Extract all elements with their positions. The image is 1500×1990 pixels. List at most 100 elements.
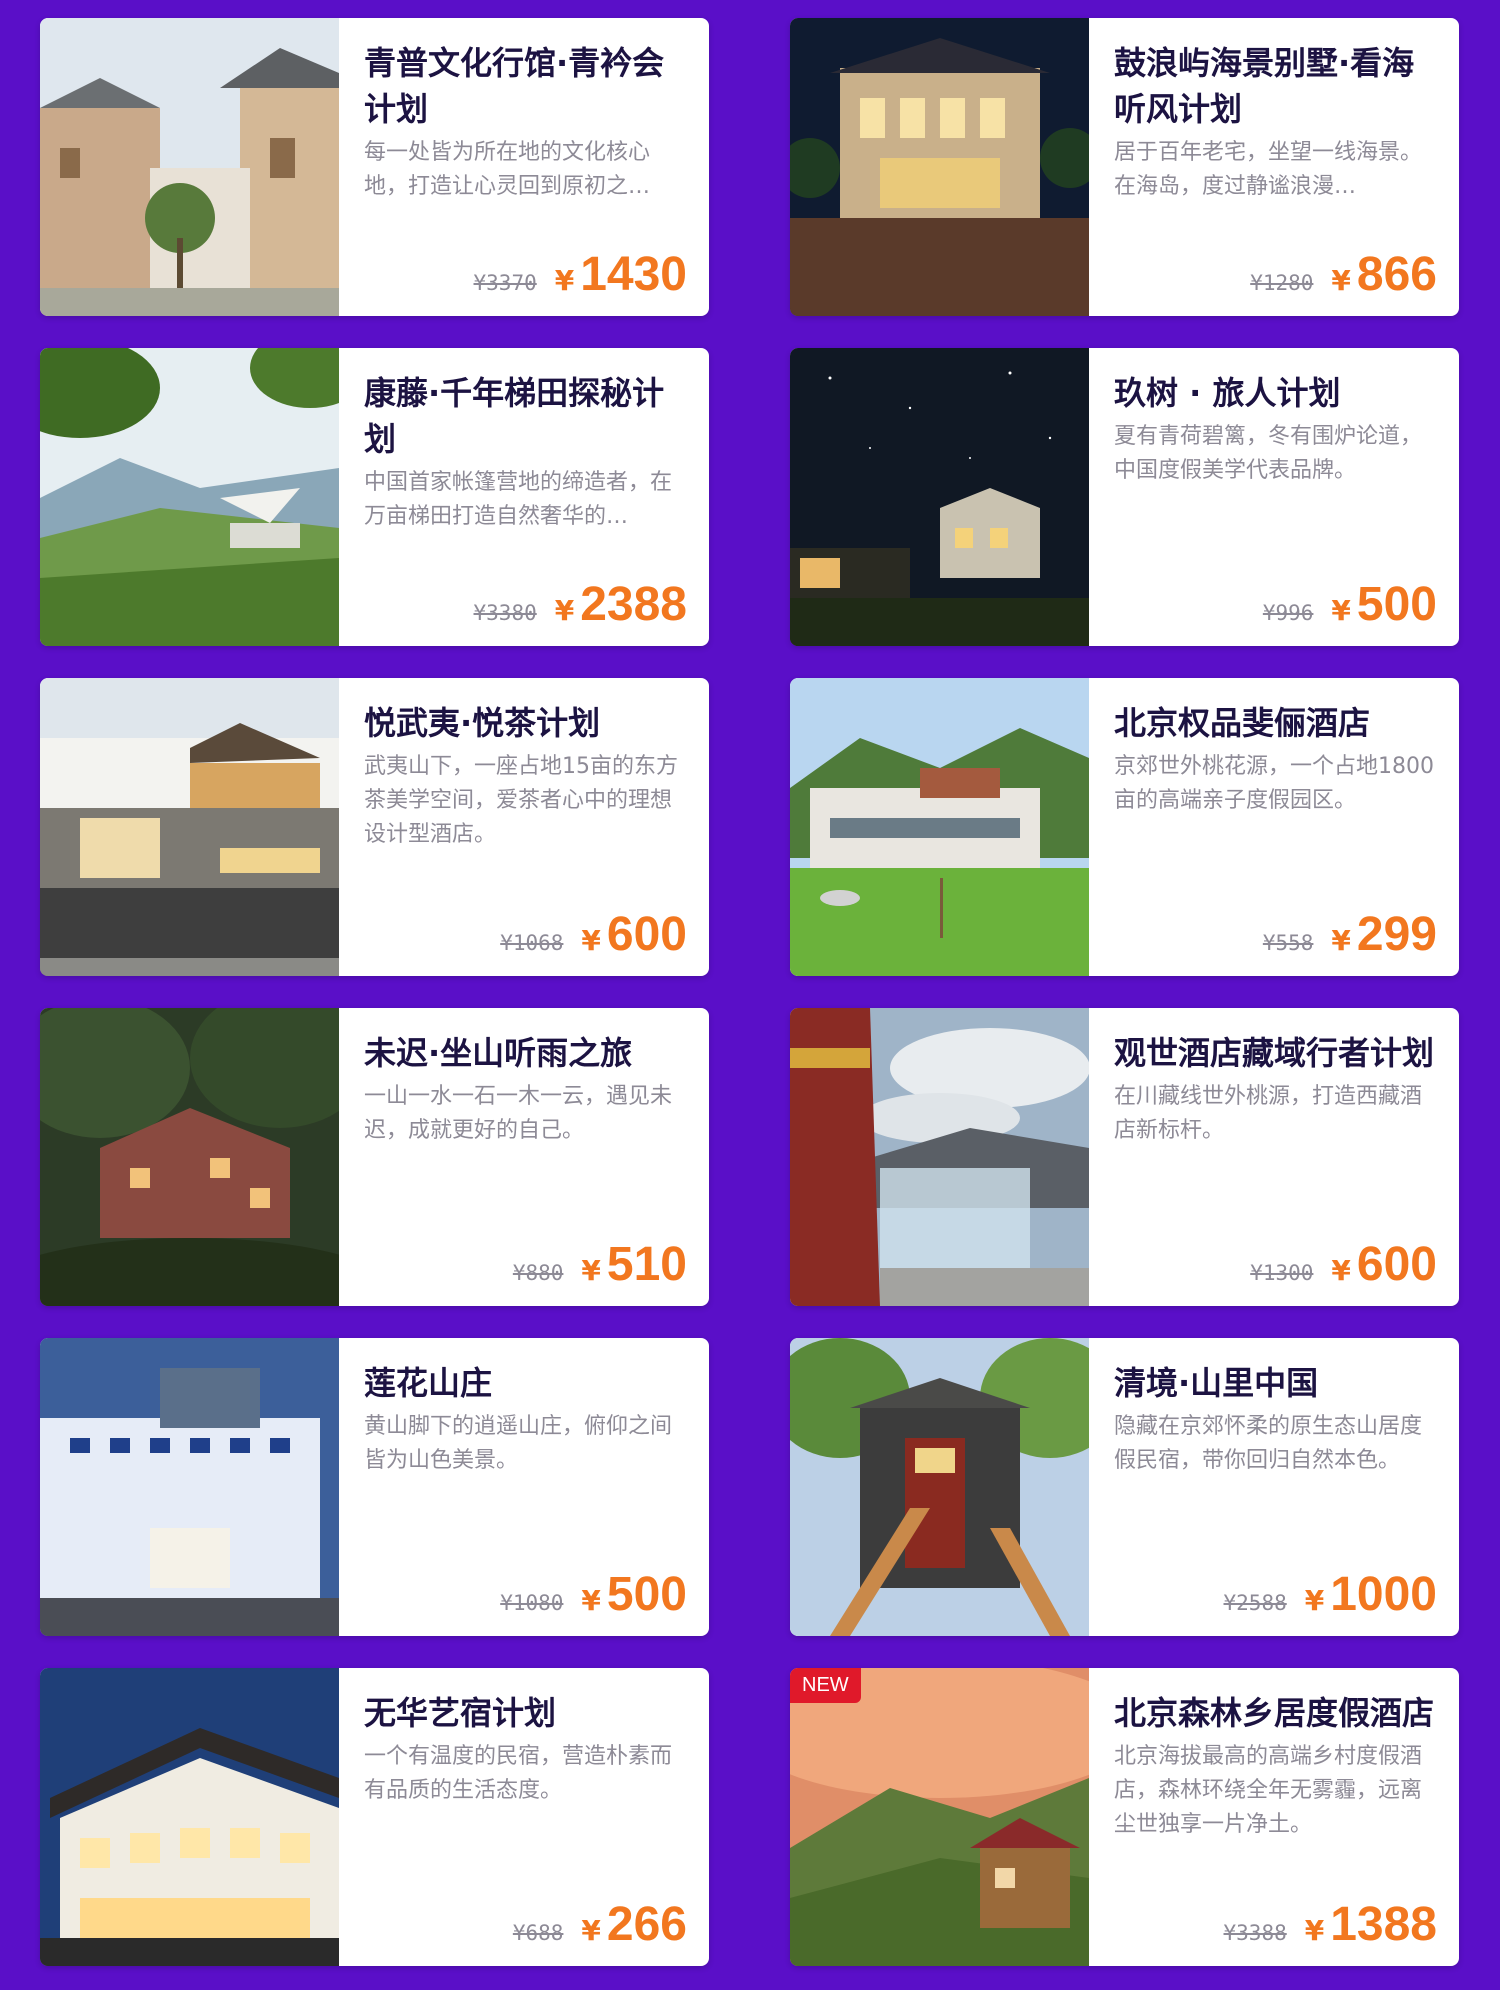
hotel-card[interactable]: 康藤·千年梯田探秘计划 中国首家帐篷营地的缔造者，在万亩梯田打造自然奢华的… ¥… [40,348,709,646]
currency-symbol: ¥ [554,264,575,297]
hotel-title: 北京森林乡居度假酒店 [1114,1694,1435,1732]
hotel-photo [40,1668,339,1966]
hotel-photo [40,18,339,316]
current-price: ¥ 600 [581,907,687,962]
currency-symbol: ¥ [1331,924,1351,957]
price-row: ¥1068 ¥ 600 [500,907,687,962]
current-price: ¥ 500 [581,1567,687,1622]
hotel-photo [40,1008,339,1306]
currency-symbol: ¥ [554,594,575,627]
current-price: ¥ 299 [1331,907,1437,962]
new-badge: NEW [790,1668,861,1703]
hotel-photo [790,1008,1089,1306]
price-value: 866 [1356,248,1437,301]
hotel-title: 北京权品斐俪酒店 [1114,704,1371,742]
hotel-description: 居于百年老宅，坐望一线海景。在海岛，度过静谧浪漫… [1114,140,1423,199]
hotel-card[interactable]: NEW 北京森林乡居度假酒店 北京海拔最高的高端乡村度假酒店，森林环绕全年无雾霾… [790,1668,1459,1966]
price-row: ¥558 ¥ 299 [1263,907,1437,962]
hotel-card[interactable]: 北京权品斐俪酒店 京郊世外桃花源，一个占地1800亩的高端亲子度假园区。 ¥55… [790,678,1459,976]
hotel-title: 莲花山庄 [364,1364,493,1402]
original-price: ¥1280 [1250,271,1314,295]
price-value: 1430 [580,248,687,301]
price-value: 2388 [580,578,687,631]
original-price: ¥3388 [1223,1921,1287,1945]
hotel-title: 清境·山里中国 [1114,1364,1319,1402]
hotel-title: 康藤·千年梯田探秘计划 [364,374,665,458]
original-price: ¥688 [512,1921,564,1945]
hotel-photo [40,1338,339,1636]
price-row: ¥3370 ¥ 1430 [474,247,687,302]
hotel-title: 未迟·坐山听雨之旅 [364,1034,633,1072]
price-value: 600 [606,908,687,961]
price-row: ¥880 ¥ 510 [513,1237,687,1292]
original-price: ¥996 [1262,601,1314,625]
price-row: ¥1300 ¥ 600 [1250,1237,1437,1292]
currency-symbol: ¥ [581,1584,601,1617]
hotel-card[interactable]: 青普文化行馆·青衿会计划 每一处皆为所在地的文化核心地，打造让心灵回到原初之… … [40,18,709,316]
hotel-description: 北京海拔最高的高端乡村度假酒店，森林环绕全年无雾霾，远离尘世独享一片净土。 [1114,1744,1423,1837]
hotel-photo [40,348,339,646]
price-value: 1388 [1330,1898,1437,1951]
currency-symbol: ¥ [1304,1914,1325,1947]
price-row: ¥688 ¥ 266 [513,1897,687,1952]
hotel-description: 一山一水一石一木一云，遇见未迟，成就更好的自己。 [364,1084,673,1143]
price-row: ¥3380 ¥ 2388 [474,577,687,632]
hotel-card[interactable]: 清境·山里中国 隐藏在京郊怀柔的原生态山居度假民宿，带你回归自然本色。 ¥258… [790,1338,1459,1636]
hotel-card[interactable]: 莲花山庄 黄山脚下的逍遥山庄，俯仰之间皆为山色美景。 ¥1080 ¥ 500 [40,1338,709,1636]
price-value: 600 [1356,1238,1437,1291]
hotel-title: 鼓浪屿海景别墅·看海听风计划 [1114,44,1415,128]
hotel-title: 青普文化行馆·青衿会计划 [364,44,665,128]
hotel-card[interactable]: 未迟·坐山听雨之旅 一山一水一石一木一云，遇见未迟，成就更好的自己。 ¥880 … [40,1008,709,1306]
price-row: ¥996 ¥ 500 [1263,577,1437,632]
price-row: ¥1280 ¥ 866 [1250,247,1437,302]
hotel-description: 隐藏在京郊怀柔的原生态山居度假民宿，带你回归自然本色。 [1114,1414,1423,1473]
current-price: ¥ 2388 [555,577,687,632]
hotel-description: 武夷山下，一座占地15亩的东方茶美学空间，爱茶者心中的理想设计型酒店。 [364,754,678,847]
currency-symbol: ¥ [581,1254,601,1287]
price-row: ¥2588 ¥ 1000 [1224,1567,1437,1622]
hotel-photo [40,678,339,976]
hotel-title: 无华艺宿计划 [364,1694,557,1732]
hotel-photo: NEW [790,1668,1089,1966]
original-price: ¥880 [512,1261,564,1285]
price-value: 266 [606,1898,687,1951]
original-price: ¥3380 [473,601,537,625]
hotel-photo [790,1338,1089,1636]
hotel-photo [790,348,1089,646]
current-price: ¥ 510 [581,1237,687,1292]
currency-symbol: ¥ [1331,1254,1351,1287]
hotel-card[interactable]: 悦武夷·悦茶计划 武夷山下，一座占地15亩的东方茶美学空间，爱茶者心中的理想设计… [40,678,709,976]
hotel-card[interactable]: 无华艺宿计划 一个有温度的民宿，营造朴素而有品质的生活态度。 ¥688 ¥ 26… [40,1668,709,1966]
original-price: ¥3370 [473,271,537,295]
hotel-description: 黄山脚下的逍遥山庄，俯仰之间皆为山色美景。 [364,1414,673,1473]
current-price: ¥ 1388 [1305,1897,1437,1952]
hotel-card[interactable]: 玖树 · 旅人计划 夏有青荷碧篱，冬有围炉论道，中国度假美学代表品牌。 ¥996… [790,348,1459,646]
hotel-description: 每一处皆为所在地的文化核心地，打造让心灵回到原初之… [364,140,651,199]
hotel-card[interactable]: 鼓浪屿海景别墅·看海听风计划 居于百年老宅，坐望一线海景。在海岛，度过静谧浪漫…… [790,18,1459,316]
original-price: ¥558 [1262,931,1314,955]
original-price: ¥1300 [1250,1261,1314,1285]
price-value: 500 [1356,578,1437,631]
current-price: ¥ 866 [1331,247,1437,302]
hotel-description: 夏有青荷碧篱，冬有围炉论道，中国度假美学代表品牌。 [1114,424,1423,483]
currency-symbol: ¥ [1331,264,1351,297]
currency-symbol: ¥ [581,1914,601,1947]
hotel-description: 京郊世外桃花源，一个占地1800亩的高端亲子度假园区。 [1114,754,1434,813]
original-price: ¥1080 [500,1591,564,1615]
current-price: ¥ 1000 [1305,1567,1437,1622]
hotel-description: 一个有温度的民宿，营造朴素而有品质的生活态度。 [364,1744,673,1803]
current-price: ¥ 1430 [555,247,687,302]
hotel-title: 观世酒店藏域行者计划 [1114,1034,1435,1072]
hotel-title: 悦武夷·悦茶计划 [364,704,601,742]
currency-symbol: ¥ [581,924,601,957]
hotel-card[interactable]: 观世酒店藏域行者计划 在川藏线世外桃源，打造西藏酒店新标杆。 ¥1300 ¥ 6… [790,1008,1459,1306]
currency-symbol: ¥ [1331,594,1351,627]
hotel-photo [790,18,1089,316]
price-value: 500 [606,1568,687,1621]
hotel-title: 玖树 · 旅人计划 [1114,374,1341,412]
hotel-description: 中国首家帐篷营地的缔造者，在万亩梯田打造自然奢华的… [364,470,673,529]
currency-symbol: ¥ [1304,1584,1325,1617]
price-value: 510 [606,1238,687,1291]
hotel-photo [790,678,1089,976]
price-value: 299 [1356,908,1437,961]
